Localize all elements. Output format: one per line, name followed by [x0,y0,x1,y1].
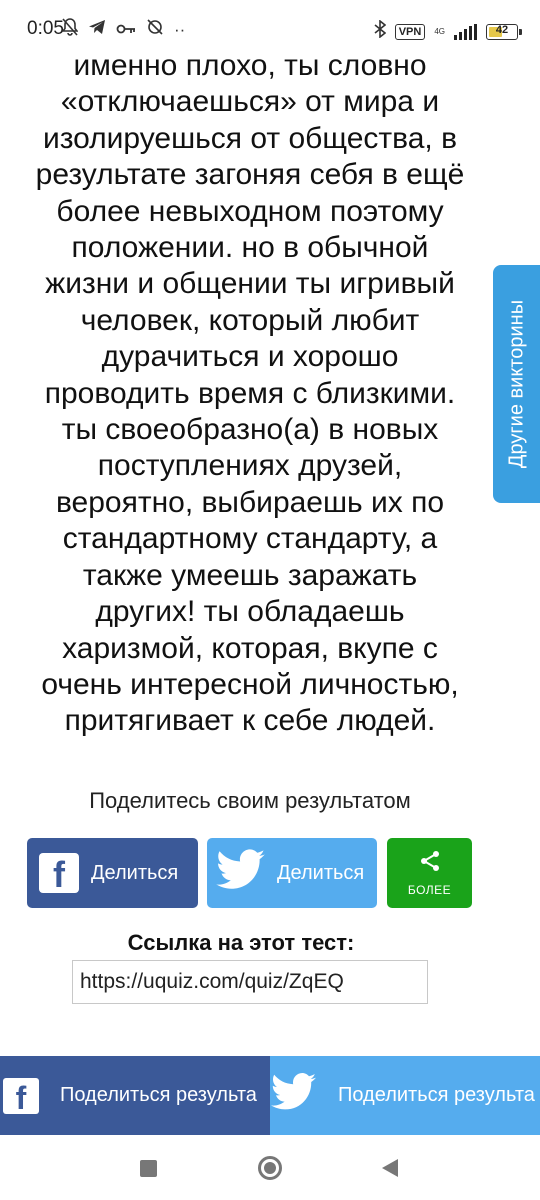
twitter-icon [215,848,267,898]
home-icon[interactable] [258,1156,282,1180]
twitter-share-button[interactable]: Делиться [207,838,377,908]
back-icon[interactable] [382,1159,398,1177]
status-time: 0:05 [27,18,64,39]
other-quizzes-tab[interactable]: Другие викторины [493,265,540,503]
result-description: именно плохо, ты словно «отключаешься» о… [16,48,484,740]
more-notifications-icon: ·· [174,19,186,39]
more-share-button[interactable]: БОЛЕЕ [387,838,472,908]
result-line: «отключаешься» от мира и [60,85,440,119]
battery-icon: 42 [486,23,522,40]
twitter-share-label: Делиться [277,861,365,884]
result-line: харизмой, которая, вкупе с [62,631,438,665]
result-line: стандартному стандарту, а [62,522,438,556]
share-icon [419,850,441,877]
twitter-icon [270,1073,318,1118]
facebook-icon: f [3,1077,39,1114]
bottom-facebook-share-label: Поделиться результа [60,1084,257,1106]
result-line: изолируешься от общества, в [42,121,458,155]
bluetooth-icon [374,19,386,43]
key-icon [116,20,136,40]
network-type: 4G [434,26,445,36]
result-line: также умеешь заражать [82,558,418,592]
result-line: жизни и общении ты игривый [45,267,455,301]
test-link-label: Ссылка на этот тест: [127,930,355,955]
vpn-off-icon [146,18,164,41]
bottom-twitter-share-label: Поделиться результа [338,1084,535,1106]
vpn-badge: VPN [394,23,426,40]
share-heading: Поделитесь своим результатом [89,788,411,813]
facebook-icon: f [39,853,79,893]
bottom-twitter-share-button[interactable]: Поделиться результа [270,1056,540,1135]
result-line: результате загоняя себя в ещё [35,158,465,192]
result-line: ты своеобразно(а) в новых [61,413,439,447]
test-link-field[interactable] [72,960,428,1004]
bottom-share-bar: f Поделиться результа Поделиться результ… [0,1056,540,1135]
other-quizzes-label: Другие викторины [505,299,527,469]
result-line: именно плохо, ты словно [73,49,427,82]
result-line: вероятно, выбираешь их по [55,485,445,519]
result-line: положении. но в обычной [71,231,429,265]
result-line: человек, который любит [80,303,420,337]
result-line: других! ты обладаешь [95,595,405,629]
bottom-facebook-share-button[interactable]: f Поделиться результа [0,1056,270,1135]
facebook-share-label: Делиться [91,861,179,884]
more-share-label: БОЛЕЕ [407,882,452,897]
facebook-share-button[interactable]: f Делиться [27,838,198,908]
result-line: более невыходном поэтому [56,194,444,228]
result-line: притягивает к себе людей. [64,704,436,738]
result-line: очень интересной личностью, [41,667,459,701]
result-line: проводить время с близкими. [44,376,456,410]
signal-icon [454,23,477,40]
battery-level: 42 [495,23,509,36]
telegram-icon [88,19,106,40]
system-nav-bar [0,1135,540,1200]
result-line: поступлениях друзей, [97,449,403,483]
status-right: VPN 4G 42 [374,19,522,43]
notification-icons: ·· [61,18,186,41]
recent-apps-icon[interactable] [140,1160,157,1177]
result-line: дурачиться и хорошо [101,340,399,374]
bell-off-icon [61,18,79,41]
